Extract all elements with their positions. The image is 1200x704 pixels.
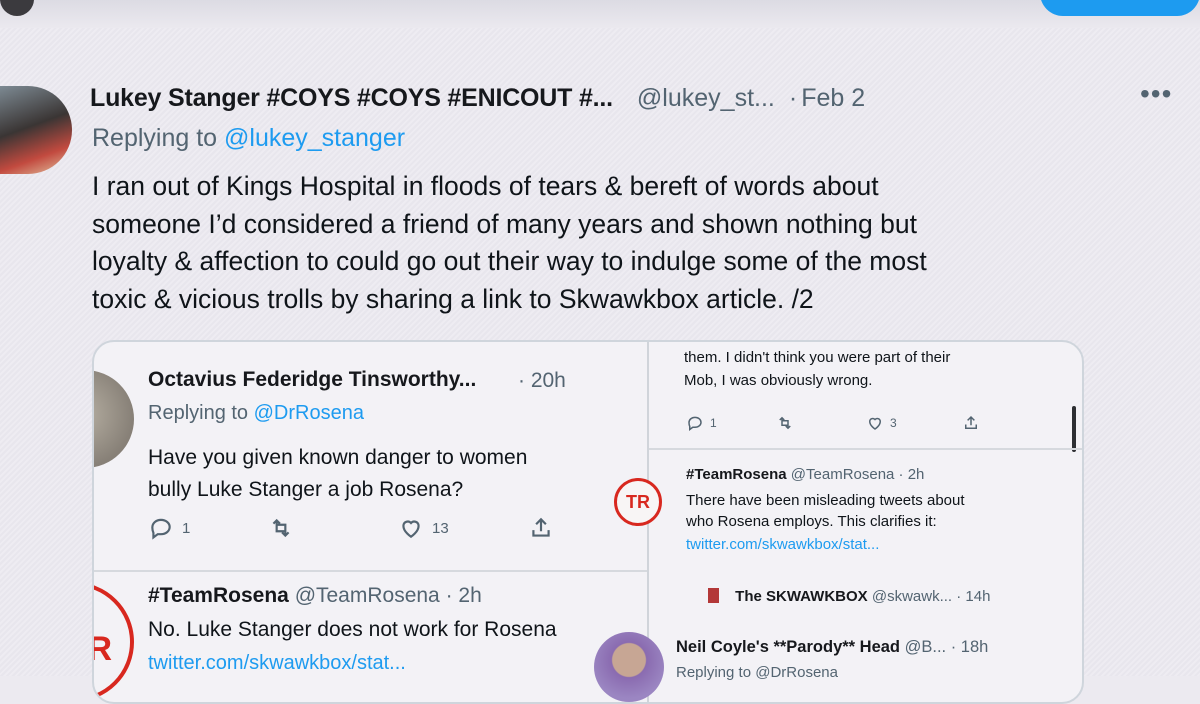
replying-to-link[interactable]: @lukey_stanger	[224, 124, 405, 152]
quoted-retweet	[268, 515, 398, 541]
right-tweet4-handle: @B... · 18h	[904, 638, 989, 656]
right-reply: 1	[686, 414, 776, 432]
heart-icon	[868, 417, 882, 430]
replying-to: Replying to @lukey_stanger	[92, 124, 405, 153]
quoted-like-count: 13	[432, 519, 449, 537]
share-icon	[965, 415, 977, 429]
right-top-line: Mob, I was obviously wrong.	[684, 372, 873, 389]
teamrosena-logo: TR	[614, 478, 662, 526]
reply-icon	[688, 416, 702, 432]
quoted-share	[528, 515, 554, 541]
tweet-line: toxic & vicious trolls by sharing a link…	[92, 283, 814, 314]
separator-dot: ·	[788, 83, 798, 112]
previous-avatar[interactable]	[0, 0, 34, 16]
right-tweet2-handle: @TeamRosena · 2h	[790, 466, 925, 483]
right-tweet2-line: who Rosena employs. This clarifies it:	[686, 513, 937, 530]
quoted-tweet2-text: No. Luke Stanger does not work for Rosen…	[148, 618, 557, 641]
author-name[interactable]: Lukey Stanger #COYS #COYS #ENICOUT #...	[90, 84, 613, 113]
quoted-tweet2-link: twitter.com/skwawkbox/stat...	[148, 652, 406, 674]
right-reply-count: 1	[710, 416, 717, 430]
skwawkbox-name: The SKWAWKBOX	[735, 588, 868, 605]
quoted-time: · 20h	[518, 369, 566, 392]
quoted-replying-to: Replying to @DrRosena	[148, 402, 364, 425]
reply-icon	[151, 518, 171, 540]
follow-button[interactable]	[1040, 0, 1200, 16]
skwawkbox-handle: @skwawk... · 14h	[871, 588, 991, 605]
right-top-actions: 1 3	[686, 414, 980, 432]
quoted-reply-count: 1	[182, 519, 191, 537]
scrollbar	[1072, 406, 1076, 452]
right-tweet2-header: #TeamRosena @TeamRosena · 2h	[686, 466, 924, 483]
tweet-line: someone I’d considered a friend of many …	[92, 208, 917, 239]
right-tweet2-name: #TeamRosena	[686, 466, 787, 483]
quoted-tweet2-header: #TeamRosena @TeamRosena · 2h	[148, 584, 482, 608]
quoted-text: Have you given known danger to women bul…	[148, 442, 588, 506]
quoted-replying-link: @DrRosena	[253, 402, 364, 424]
right-tweet2-link: twitter.com/skwawkbox/stat...	[686, 536, 880, 553]
more-options-icon[interactable]: •••	[1140, 78, 1172, 110]
right-row-divider	[649, 448, 1082, 450]
quoted-like: 13	[398, 515, 528, 541]
right-tweet4-name: Neil Coyle's **Parody** Head	[676, 638, 901, 656]
teamrosena-avatar-letter: R	[94, 630, 112, 669]
retweet-icon	[779, 416, 791, 430]
tweet-header: Lukey Stanger #COYS #COYS #ENICOUT #... …	[90, 78, 1200, 118]
right-share	[962, 414, 980, 432]
previous-tweet-strip	[0, 0, 1200, 28]
right-like: 3	[866, 414, 962, 432]
quoted-reply: 1	[148, 515, 268, 541]
octavius-avatar	[94, 370, 134, 468]
left-row-divider	[94, 570, 647, 572]
retweet-icon	[272, 518, 290, 538]
quoted-tweet2-name: #TeamRosena	[148, 584, 289, 607]
right-retweet	[776, 414, 866, 432]
tweet-line: loyalty & affection to could go out thei…	[92, 246, 927, 276]
quoted-actions: 1 13	[148, 515, 554, 541]
skwawkbox-icon	[708, 588, 719, 603]
right-tweet2-text: There have been misleading tweets about …	[686, 490, 965, 532]
right-tweet4-header: Neil Coyle's **Parody** Head @B... · 18h	[676, 638, 988, 657]
heart-icon	[402, 520, 420, 538]
quoted-line: bully Luke Stanger a job Rosena?	[148, 478, 464, 501]
author-handle[interactable]: @lukey_st...	[637, 84, 775, 113]
quoted-author-name: Octavius Federidge Tinsworthy...	[148, 368, 477, 391]
quoted-line: Have you given known danger to women	[148, 446, 528, 469]
neil-coyle-avatar	[594, 632, 664, 702]
tweet-line: I ran out of Kings Hospital in floods of…	[92, 171, 879, 201]
quoted-tweet2-handle: @TeamRosena · 2h	[294, 584, 482, 607]
tweet-date[interactable]: Feb 2	[801, 84, 865, 113]
right-like-count: 3	[890, 416, 897, 430]
right-top-text: them. I didn't think you were part of th…	[684, 346, 950, 392]
author-avatar[interactable]	[0, 86, 72, 174]
skwawkbox-row: The SKWAWKBOX @skwawk... · 14h	[708, 588, 990, 605]
quoted-replying-label: Replying to	[148, 402, 249, 424]
right-tweet2-line: There have been misleading tweets about	[686, 492, 965, 509]
share-icon	[532, 517, 550, 537]
teamrosena-avatar-left: R	[94, 582, 134, 702]
tweet-body: I ran out of Kings Hospital in floods of…	[92, 168, 1132, 318]
right-tweet4-replying: Replying to @DrRosena	[676, 664, 838, 681]
attached-image[interactable]: Octavius Federidge Tinsworthy... · 20h R…	[92, 340, 1084, 704]
right-top-line: them. I didn't think you were part of th…	[684, 349, 951, 366]
replying-to-label: Replying to	[92, 124, 218, 152]
